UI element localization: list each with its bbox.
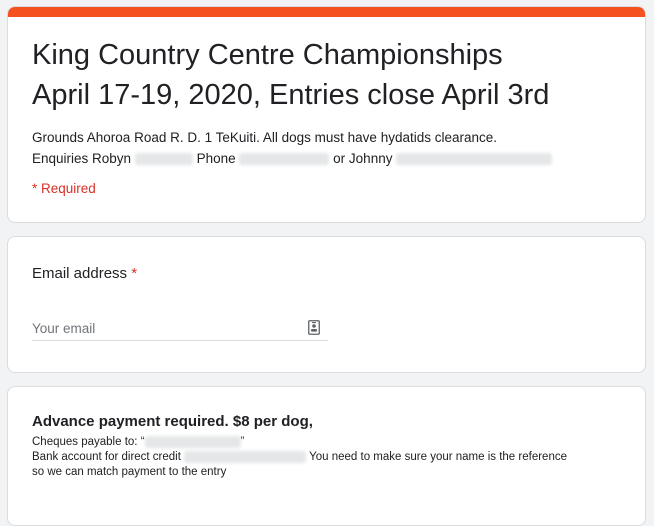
phone-label: Phone [196, 151, 236, 166]
email-field[interactable] [32, 317, 292, 339]
form-header-card: King Country Centre Championships April … [7, 6, 646, 223]
email-label-text: Email address [32, 265, 128, 282]
enquiries-label: Enquiries Robyn [32, 151, 132, 166]
bank-note: You need to make sure your name is the r… [309, 451, 567, 463]
or-label: or Johnny [333, 151, 393, 166]
redacted-contact [396, 153, 553, 166]
description-line1: Grounds Ahoroa Road R. D. 1 TeKuiti. All… [32, 130, 498, 145]
email-field-wrapper [32, 317, 328, 341]
bank-note-line2: so we can match payment to the entry [32, 466, 227, 478]
bank-label: Bank account for direct credit [32, 451, 181, 463]
redacted-bank-account [184, 450, 307, 463]
redacted-phone [239, 153, 330, 166]
email-question-card: Email address * [7, 236, 646, 373]
cheques-end: ” [240, 436, 245, 448]
form-description: Grounds Ahoroa Road R. D. 1 TeKuiti. All… [32, 127, 632, 169]
redacted-name [134, 153, 193, 166]
cheques-label: Cheques payable to: “ [32, 436, 145, 448]
form-title: King Country Centre Championships April … [32, 35, 632, 115]
required-star: * [131, 265, 138, 282]
form-title-line2: April 17-19, 2020, Entries close April 3… [32, 79, 550, 111]
redacted-payee [144, 435, 241, 448]
form-title-line1: King Country Centre Championships [32, 39, 503, 71]
email-question-label: Email address * [32, 265, 137, 282]
contact-card-icon[interactable] [308, 320, 320, 335]
payment-info-card: Advance payment required. $8 per dog, Ch… [7, 386, 646, 526]
required-note: * Required [32, 181, 96, 196]
payment-body: Cheques payable to: “ ” Bank account for … [32, 435, 632, 480]
accent-bar [8, 7, 645, 17]
payment-title: Advance payment required. $8 per dog, [32, 413, 313, 430]
